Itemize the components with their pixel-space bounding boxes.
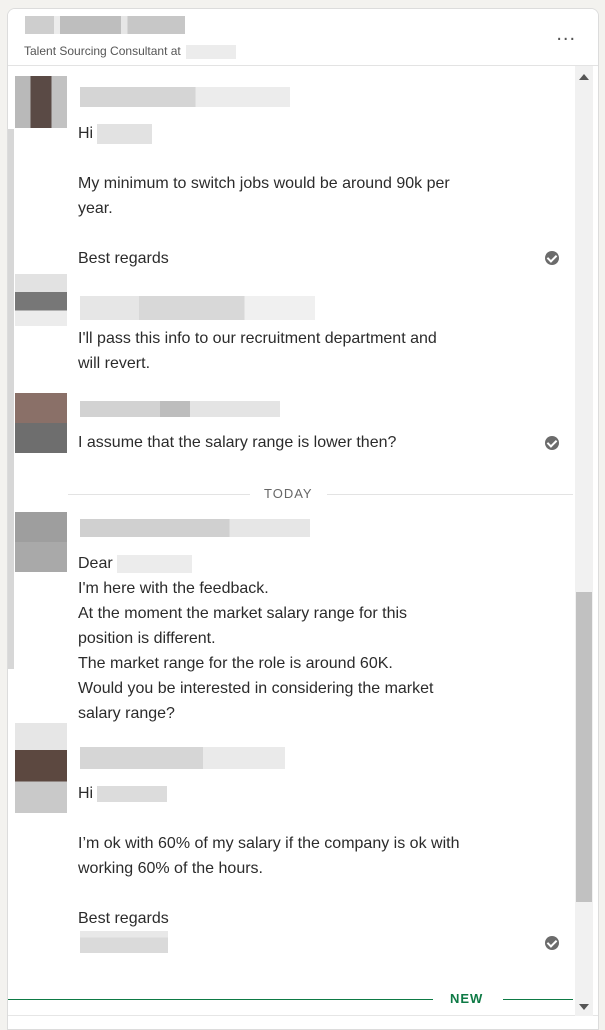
message-line: Would you be interested in considering t… [78, 680, 434, 697]
scroll-shade [8, 129, 14, 669]
new-messages-label: NEW [450, 991, 484, 1006]
sender-name-redacted[interactable] [80, 296, 315, 320]
scrollbar[interactable] [575, 66, 593, 1016]
message-line: At the moment the market salary range fo… [78, 605, 408, 622]
avatar[interactable] [15, 76, 67, 128]
message-line: I'm here with the feedback. [78, 580, 269, 597]
message-line: year. [78, 200, 113, 217]
avatar[interactable] [15, 393, 67, 453]
message-line: Hi [78, 121, 153, 146]
message-line: I'll pass this info to our recruitment d… [78, 330, 437, 347]
conversation-header: Talent Sourcing Consultant at ... [8, 9, 598, 66]
scroll-down-icon[interactable] [579, 1004, 589, 1010]
message-line: My minimum to switch jobs would be aroun… [78, 175, 450, 192]
contact-subtitle-text: Talent Sourcing Consultant at [24, 44, 181, 58]
avatar[interactable] [15, 512, 67, 572]
contact-name-redacted[interactable] [25, 16, 185, 34]
date-divider-today: TODAY [250, 486, 327, 501]
avatar[interactable] [15, 274, 67, 326]
compose-area-border [8, 1015, 598, 1016]
avatar[interactable] [15, 723, 67, 813]
sender-name-redacted[interactable] [80, 401, 280, 417]
new-divider-line [503, 999, 573, 1000]
read-check-icon [545, 436, 559, 450]
message-line: Best regards [78, 910, 169, 927]
message-line: I assume that the salary range is lower … [78, 434, 397, 451]
message-line: Best regards [78, 250, 169, 267]
message-line: position is different. [78, 630, 216, 647]
company-name-redacted [186, 44, 237, 59]
sender-name-redacted[interactable] [80, 519, 310, 537]
scroll-up-icon[interactable] [579, 74, 589, 80]
message-line: Dear [78, 551, 192, 576]
scroll-thumb[interactable] [576, 592, 592, 902]
sender-name-redacted[interactable] [80, 87, 290, 107]
message-line: will revert. [78, 355, 151, 372]
contact-subtitle: Talent Sourcing Consultant at [24, 44, 237, 59]
conversation-panel: Talent Sourcing Consultant at ... Hi My … [7, 8, 599, 1030]
message-line: working 60% of the hours. [78, 860, 263, 877]
message-line: Hi [78, 781, 168, 806]
sender-name-redacted[interactable] [80, 747, 285, 769]
signature-redacted [80, 931, 168, 953]
message-line: salary range? [78, 705, 175, 722]
message-line: I’m ok with 60% of my salary if the comp… [78, 835, 460, 852]
read-check-icon [545, 936, 559, 950]
new-divider-line [8, 999, 433, 1000]
more-options-icon[interactable]: ... [556, 23, 576, 46]
read-check-icon [545, 251, 559, 265]
message-line: The market range for the role is around … [78, 655, 393, 672]
